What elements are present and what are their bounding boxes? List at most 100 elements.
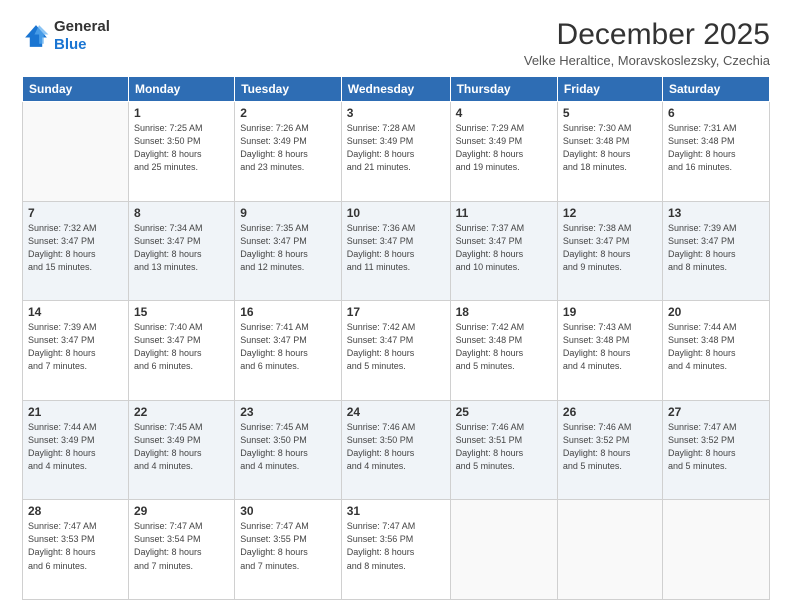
day-number: 10 [347,206,445,220]
logo: General Blue [22,18,110,54]
day-number: 4 [456,106,552,120]
day-info: Sunrise: 7:44 AM Sunset: 3:49 PM Dayligh… [28,421,123,473]
calendar-cell: 20 Sunrise: 7:44 AM Sunset: 3:48 PM Dayli… [662,301,769,401]
day-number: 28 [28,504,123,518]
calendar-header: SundayMondayTuesdayWednesdayThursdayFrid… [23,77,770,102]
day-info: Sunrise: 7:47 AM Sunset: 3:55 PM Dayligh… [240,520,336,572]
day-number: 31 [347,504,445,518]
day-number: 18 [456,305,552,319]
day-number: 3 [347,106,445,120]
calendar-cell: 9Sunrise: 7:35 AM Sunset: 3:47 PM Daylig… [235,201,342,301]
calendar-cell: 11Sunrise: 7:37 AM Sunset: 3:47 PM Dayli… [450,201,557,301]
calendar-cell: 8 Sunrise: 7:34 AM Sunset: 3:47 PM Daylig… [128,201,234,301]
calendar-cell: 29 Sunrise: 7:47 AM Sunset: 3:54 PM Dayli… [128,500,234,600]
calendar-cell: 4 Sunrise: 7:29 AM Sunset: 3:49 PM Daylig… [450,102,557,202]
day-info: Sunrise: 7:39 AM Sunset: 3:47 PM Dayligh… [28,321,123,373]
day-number: 9 [240,206,336,220]
day-info: Sunrise: 7:42 AM Sunset: 3:47 PM Dayligh… [347,321,445,373]
day-info: Sunrise: 7:36 AM Sunset: 3:47 PM Dayligh… [347,222,445,274]
calendar-cell: 30 Sunrise: 7:47 AM Sunset: 3:55 PM Dayli… [235,500,342,600]
logo-general: General [54,18,110,35]
day-info: Sunrise: 7:38 AM Sunset: 3:47 PM Dayligh… [563,222,657,274]
day-number: 14 [28,305,123,319]
location: Velke Heraltice, Moravskoslezsky, Czechi… [524,53,770,68]
day-info: Sunrise: 7:46 AM Sunset: 3:50 PM Dayligh… [347,421,445,473]
title-block: December 2025 Velke Heraltice, Moravskos… [524,18,770,68]
calendar-cell: 2Sunrise: 7:26 AM Sunset: 3:49 PM Daylig… [235,102,342,202]
calendar-week-row: 28Sunrise: 7:47 AM Sunset: 3:53 PM Dayli… [23,500,770,600]
weekday-header: Tuesday [235,77,342,102]
day-info: Sunrise: 7:25 AM Sunset: 3:50 PM Dayligh… [134,122,229,174]
calendar-cell: 22Sunrise: 7:45 AM Sunset: 3:49 PM Dayli… [128,400,234,500]
day-number: 25 [456,405,552,419]
calendar-cell: 13Sunrise: 7:39 AM Sunset: 3:47 PM Dayli… [662,201,769,301]
day-number: 30 [240,504,336,518]
day-number: 2 [240,106,336,120]
day-number: 24 [347,405,445,419]
calendar-cell [450,500,557,600]
day-info: Sunrise: 7:47 AM Sunset: 3:52 PM Dayligh… [668,421,764,473]
calendar-cell: 26 Sunrise: 7:46 AM Sunset: 3:52 PM Dayli… [557,400,662,500]
calendar-cell: 12 Sunrise: 7:38 AM Sunset: 3:47 PM Dayli… [557,201,662,301]
weekday-header: Sunday [23,77,129,102]
day-number: 8 [134,206,229,220]
day-info: Sunrise: 7:45 AM Sunset: 3:49 PM Dayligh… [134,421,229,473]
day-number: 12 [563,206,657,220]
weekday-header: Monday [128,77,234,102]
day-number: 20 [668,305,764,319]
day-info: Sunrise: 7:47 AM Sunset: 3:56 PM Dayligh… [347,520,445,572]
calendar-cell: 25Sunrise: 7:46 AM Sunset: 3:51 PM Dayli… [450,400,557,500]
calendar-cell: 27Sunrise: 7:47 AM Sunset: 3:52 PM Dayli… [662,400,769,500]
calendar-cell: 10 Sunrise: 7:36 AM Sunset: 3:47 PM Dayli… [341,201,450,301]
day-number: 17 [347,305,445,319]
day-info: Sunrise: 7:47 AM Sunset: 3:54 PM Dayligh… [134,520,229,572]
calendar-cell: 7Sunrise: 7:32 AM Sunset: 3:47 PM Daylig… [23,201,129,301]
day-number: 26 [563,405,657,419]
day-info: Sunrise: 7:28 AM Sunset: 3:49 PM Dayligh… [347,122,445,174]
calendar-week-row: 21Sunrise: 7:44 AM Sunset: 3:49 PM Dayli… [23,400,770,500]
logo-text: General Blue [54,18,110,54]
calendar-cell: 6Sunrise: 7:31 AM Sunset: 3:48 PM Daylig… [662,102,769,202]
day-info: Sunrise: 7:31 AM Sunset: 3:48 PM Dayligh… [668,122,764,174]
calendar-cell [557,500,662,600]
day-info: Sunrise: 7:46 AM Sunset: 3:52 PM Dayligh… [563,421,657,473]
month-title: December 2025 [524,18,770,51]
day-number: 16 [240,305,336,319]
weekday-header: Friday [557,77,662,102]
calendar-week-row: 7Sunrise: 7:32 AM Sunset: 3:47 PM Daylig… [23,201,770,301]
day-info: Sunrise: 7:44 AM Sunset: 3:48 PM Dayligh… [668,321,764,373]
day-number: 13 [668,206,764,220]
day-number: 23 [240,405,336,419]
calendar-cell: 18Sunrise: 7:42 AM Sunset: 3:48 PM Dayli… [450,301,557,401]
calendar-cell: 14 Sunrise: 7:39 AM Sunset: 3:47 PM Dayli… [23,301,129,401]
weekday-header: Saturday [662,77,769,102]
logo-icon [22,22,50,50]
calendar-cell: 21Sunrise: 7:44 AM Sunset: 3:49 PM Dayli… [23,400,129,500]
day-number: 5 [563,106,657,120]
weekday-row: SundayMondayTuesdayWednesdayThursdayFrid… [23,77,770,102]
day-info: Sunrise: 7:29 AM Sunset: 3:49 PM Dayligh… [456,122,552,174]
calendar-week-row: 1Sunrise: 7:25 AM Sunset: 3:50 PM Daylig… [23,102,770,202]
calendar-cell: 15Sunrise: 7:40 AM Sunset: 3:47 PM Dayli… [128,301,234,401]
calendar-cell [662,500,769,600]
calendar-cell [23,102,129,202]
day-info: Sunrise: 7:41 AM Sunset: 3:47 PM Dayligh… [240,321,336,373]
calendar-cell: 31 Sunrise: 7:47 AM Sunset: 3:56 PM Dayli… [341,500,450,600]
day-number: 19 [563,305,657,319]
calendar-cell: 1Sunrise: 7:25 AM Sunset: 3:50 PM Daylig… [128,102,234,202]
day-info: Sunrise: 7:45 AM Sunset: 3:50 PM Dayligh… [240,421,336,473]
day-info: Sunrise: 7:34 AM Sunset: 3:47 PM Dayligh… [134,222,229,274]
calendar: SundayMondayTuesdayWednesdayThursdayFrid… [22,76,770,600]
weekday-header: Wednesday [341,77,450,102]
logo-blue: Blue [54,36,87,53]
day-number: 29 [134,504,229,518]
day-info: Sunrise: 7:40 AM Sunset: 3:47 PM Dayligh… [134,321,229,373]
calendar-cell: 23 Sunrise: 7:45 AM Sunset: 3:50 PM Dayli… [235,400,342,500]
day-number: 7 [28,206,123,220]
calendar-cell: 17 Sunrise: 7:42 AM Sunset: 3:47 PM Dayli… [341,301,450,401]
calendar-cell: 5Sunrise: 7:30 AM Sunset: 3:48 PM Daylig… [557,102,662,202]
header: General Blue December 2025 Velke Heralti… [22,18,770,68]
day-info: Sunrise: 7:37 AM Sunset: 3:47 PM Dayligh… [456,222,552,274]
calendar-cell: 3 Sunrise: 7:28 AM Sunset: 3:49 PM Daylig… [341,102,450,202]
calendar-cell: 19Sunrise: 7:43 AM Sunset: 3:48 PM Dayli… [557,301,662,401]
